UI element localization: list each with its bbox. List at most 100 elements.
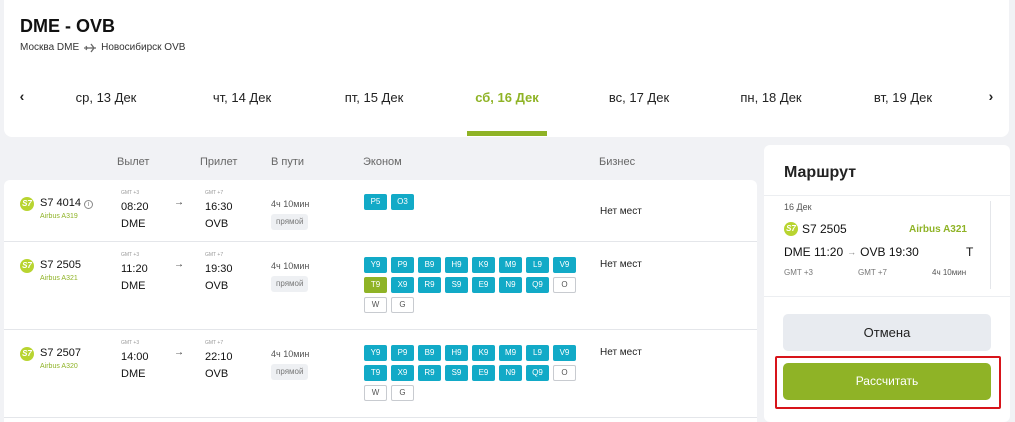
fare-button-selected[interactable]: T9	[364, 277, 387, 293]
fare-button[interactable]: Y9	[364, 257, 387, 273]
fare-button[interactable]: H9	[445, 345, 468, 361]
col-header-business: Бизнес	[599, 156, 636, 168]
destination-label: Новосибирск OVB	[101, 42, 186, 53]
fare-button[interactable]: K9	[472, 257, 495, 273]
fare-button[interactable]: L9	[526, 257, 549, 273]
arrow-right-icon: →	[847, 247, 857, 257]
arr-gmt: GMT +7	[205, 252, 224, 258]
fare-button[interactable]: G	[391, 297, 414, 313]
fare-button[interactable]: W	[364, 385, 387, 401]
fare-button[interactable]: B9	[418, 257, 441, 273]
dep-airport: DME	[121, 368, 146, 380]
flight-number: S7 4014 i	[40, 197, 93, 209]
fare-button[interactable]: W	[364, 297, 387, 313]
fare-button[interactable]: O3	[391, 194, 414, 210]
info-icon[interactable]: i	[83, 200, 93, 209]
date-tab-14[interactable]: чт, 14 Дек	[202, 90, 282, 105]
arrow-right-icon: →	[174, 347, 184, 358]
cancel-button[interactable]: Отмена	[783, 314, 991, 351]
flight-row[interactable]: S7 S7 2505 Airbus A321 GMT +3 11:20 DME …	[4, 242, 757, 330]
scrollbar-track[interactable]	[990, 201, 991, 289]
arr-time: 22:10	[205, 351, 233, 363]
flight-duration: 4ч 10мин	[271, 349, 310, 359]
fare-button[interactable]: Q9	[526, 277, 549, 293]
chevron-left-icon[interactable]: ‹	[14, 88, 30, 104]
fare-button[interactable]: B9	[418, 345, 441, 361]
s7-logo-icon: S7	[20, 197, 34, 211]
aircraft-type: Airbus A320	[40, 363, 78, 370]
arr-airport: OVB	[205, 218, 229, 230]
fare-button[interactable]: O	[553, 277, 576, 293]
date-tab-18[interactable]: пн, 18 Дек	[731, 90, 811, 105]
fare-button[interactable]: N9	[499, 365, 522, 381]
fare-button[interactable]: K9	[472, 345, 495, 361]
fare-button[interactable]: E9	[472, 277, 495, 293]
arr-gmt: GMT +7	[205, 340, 224, 346]
summary-dep-gmt: GMT +3	[784, 268, 813, 277]
col-header-arrival: Прилет	[200, 156, 238, 168]
flight-row[interactable]: S7 S7 2507 Airbus A320 GMT +3 14:00 DME …	[4, 330, 757, 418]
fare-button[interactable]: V9	[553, 257, 576, 273]
flight-number: S7 2507	[40, 347, 81, 359]
fare-button[interactable]: H9	[445, 257, 468, 273]
fare-button[interactable]: Y9	[364, 345, 387, 361]
route-subtitle: Москва DME Новосибирск OVB	[20, 42, 185, 53]
summary-date: 16 Дек	[784, 202, 812, 212]
arrow-right-icon: →	[174, 197, 184, 208]
route-summary-panel: Маршрут 16 Дек S7 S7 2505 Airbus A321 DM…	[764, 145, 1010, 422]
arrow-right-icon: →	[174, 259, 184, 270]
fare-button[interactable]: P9	[391, 345, 414, 361]
route-title: DME - OVB	[20, 16, 116, 36]
col-header-departure: Вылет	[117, 156, 150, 168]
summary-arr-gmt: GMT +7	[858, 268, 887, 277]
economy-fares: Y9 P9 B9 H9 K9 M9 L9 V9 T9 X9 R9 S9 E9 N…	[364, 257, 584, 313]
fare-button[interactable]: G	[391, 385, 414, 401]
fare-button[interactable]: R9	[418, 365, 441, 381]
s7-logo-icon: S7	[20, 347, 34, 361]
fare-button[interactable]: N9	[499, 277, 522, 293]
dep-time: 14:00	[121, 351, 149, 363]
fare-button[interactable]: S9	[445, 365, 468, 381]
fare-button[interactable]: Q9	[526, 365, 549, 381]
business-availability: Нет мест	[600, 259, 642, 270]
date-tab-15[interactable]: пт, 15 Дек	[334, 90, 414, 105]
arr-time: 19:30	[205, 263, 233, 275]
fare-button[interactable]: L9	[526, 345, 549, 361]
arr-airport: OVB	[205, 368, 229, 380]
fare-button[interactable]: S9	[445, 277, 468, 293]
dep-airport: DME	[121, 218, 146, 230]
fare-button[interactable]: M9	[499, 257, 522, 273]
summary-arrival: OVB 19:30	[860, 245, 919, 259]
date-tab-19[interactable]: вт, 19 Дек	[863, 90, 943, 105]
fare-button[interactable]: O	[553, 365, 576, 381]
fare-button[interactable]: R9	[418, 277, 441, 293]
dep-gmt: GMT +3	[121, 190, 140, 196]
date-tab-16[interactable]: сб, 16 Дек	[467, 90, 547, 105]
divider	[764, 195, 1010, 196]
date-tab-17[interactable]: вс, 17 Дек	[599, 90, 679, 105]
fare-button[interactable]: E9	[472, 365, 495, 381]
flight-list: S7 S7 4014 i Airbus A319 GMT +3 08:20 DME…	[4, 180, 757, 422]
summary-flight-number: S7 2505	[802, 222, 847, 236]
summary-fare-class: T	[966, 245, 974, 259]
calculate-button[interactable]: Рассчитать	[783, 363, 991, 400]
fare-button[interactable]: X9	[391, 277, 414, 293]
fare-button[interactable]: T9	[364, 365, 387, 381]
plane-icon	[84, 43, 97, 52]
chevron-right-icon[interactable]: ›	[983, 88, 999, 104]
s7-logo-icon: S7	[784, 222, 798, 236]
economy-fares: Y9 P9 B9 H9 K9 M9 L9 V9 T9 X9 R9 S9 E9 N…	[364, 345, 584, 401]
fare-button[interactable]: P9	[391, 257, 414, 273]
flight-row[interactable]: S7 S7 4014 i Airbus A319 GMT +3 08:20 DME…	[4, 180, 757, 242]
fare-button[interactable]: X9	[391, 365, 414, 381]
fare-button[interactable]: V9	[553, 345, 576, 361]
direct-badge: прямой	[271, 276, 309, 292]
flight-duration: 4ч 10мин	[271, 261, 310, 271]
summary-duration: 4ч 10мин	[932, 268, 967, 277]
aircraft-type: Airbus A321	[40, 275, 78, 282]
economy-fares: P5 O3	[364, 194, 584, 210]
date-tab-13[interactable]: ср, 13 Дек	[66, 90, 146, 105]
fare-button[interactable]: M9	[499, 345, 522, 361]
arr-airport: OVB	[205, 280, 229, 292]
fare-button[interactable]: P5	[364, 194, 387, 210]
